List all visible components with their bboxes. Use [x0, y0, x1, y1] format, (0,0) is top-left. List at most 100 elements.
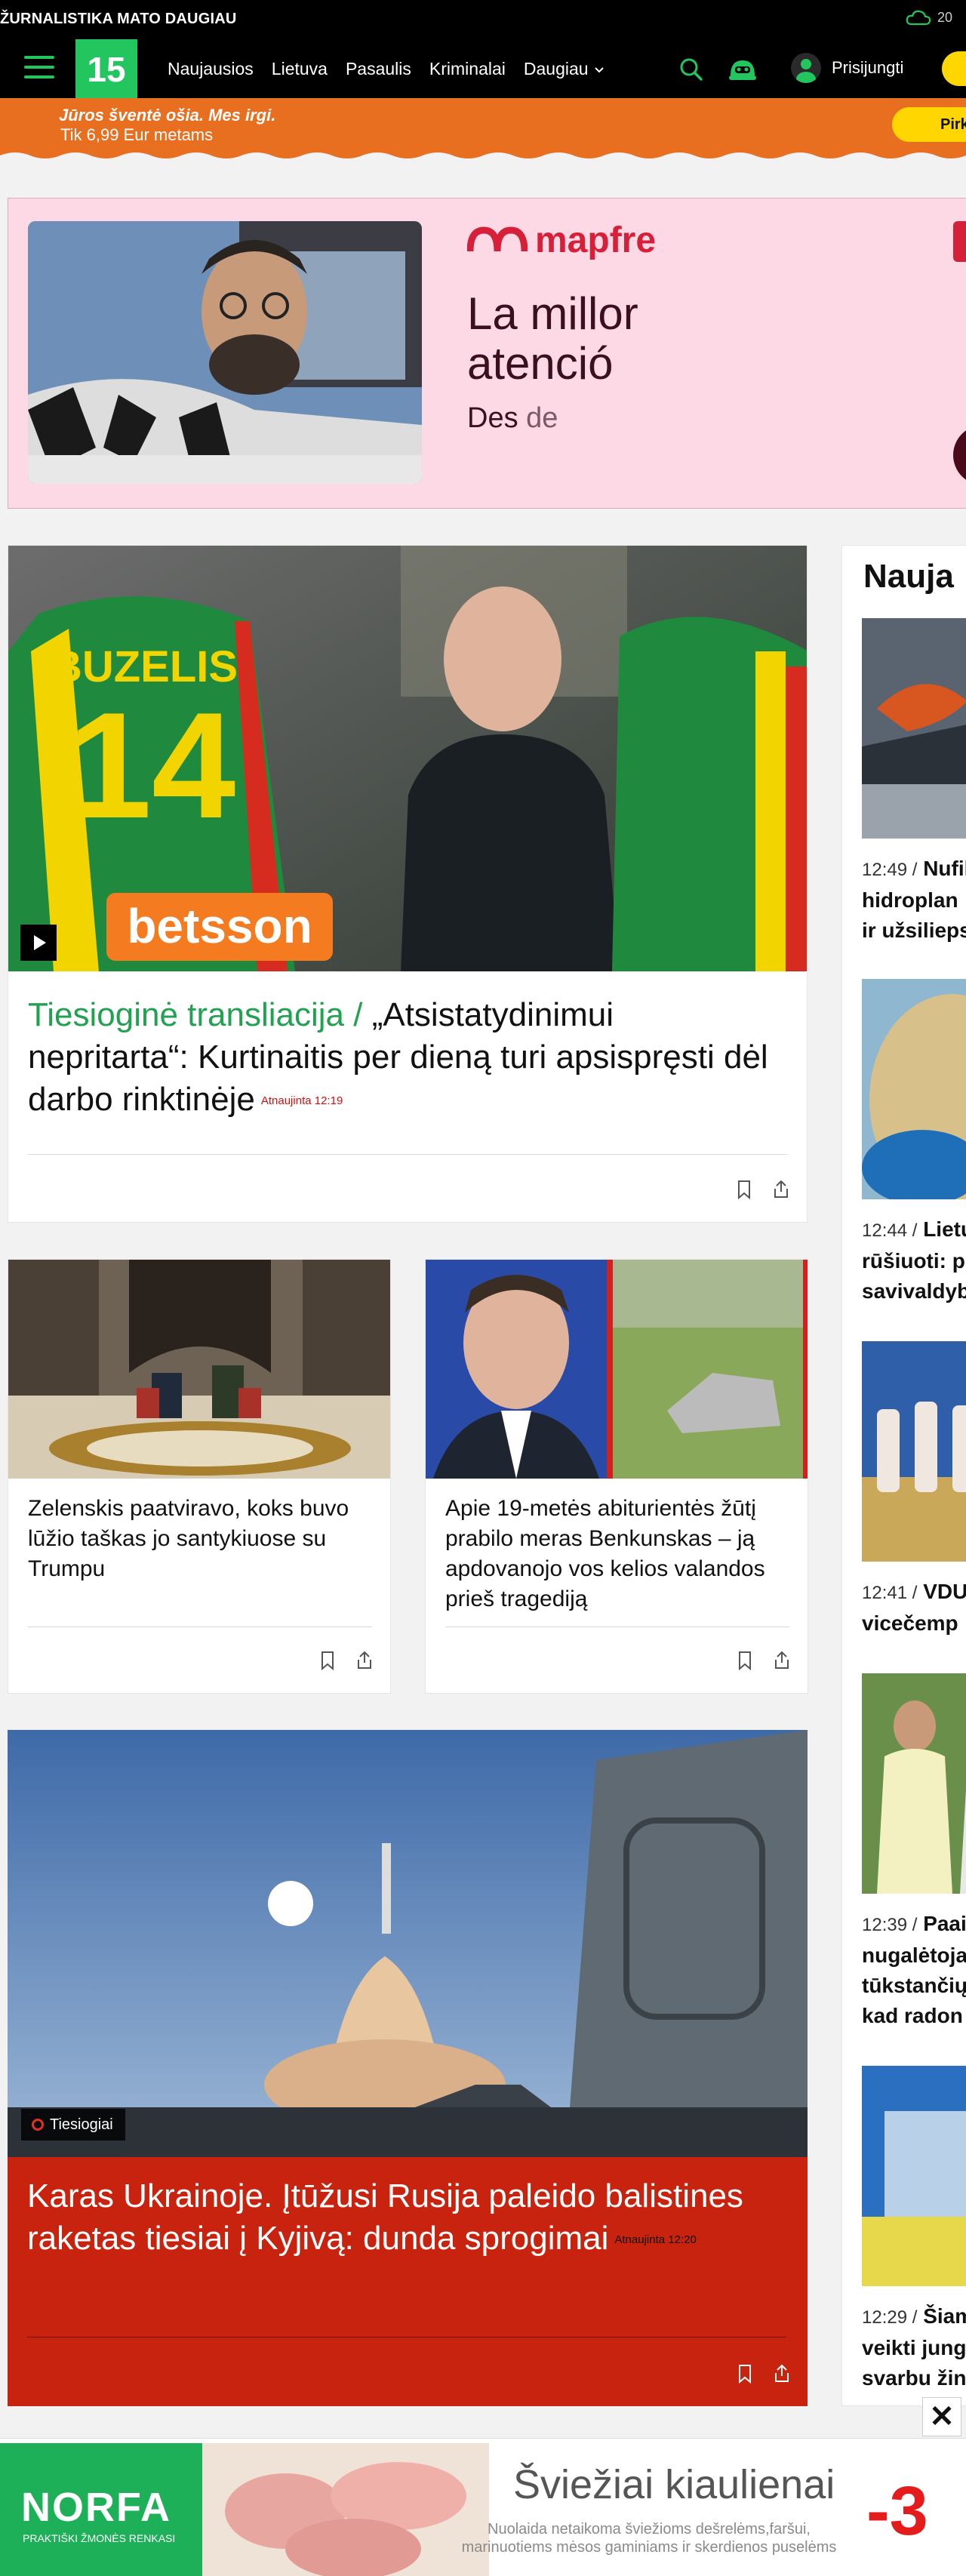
sidebar-line: svarbu žin	[862, 2366, 966, 2390]
article-tools	[736, 1180, 790, 1199]
sidebar-item[interactable]: 12:49 / Nufil hidroplan ir užsilieps	[862, 618, 966, 946]
article-tools	[319, 1651, 374, 1670]
sidebar-line: Šiam	[923, 2304, 966, 2328]
article-title[interactable]: Zelenskis paatviravo, koks buvo lūžio ta…	[28, 1494, 375, 1584]
menu-icon[interactable]	[24, 56, 54, 82]
hero-image: BUZELIS 14 betsson	[8, 546, 807, 971]
article-title[interactable]: Apie 19-metės abiturientės žūtį prabilo …	[445, 1494, 792, 1614]
updated-time: Atnaujinta 12:19	[260, 1094, 343, 1108]
ad-photo	[28, 221, 422, 484]
sidebar-item-image	[862, 2066, 966, 2286]
live-article-image	[8, 1730, 808, 2157]
close-icon[interactable]: ✕	[922, 2397, 961, 2436]
nav-item-lietuva[interactable]: Lietuva	[272, 59, 328, 79]
advertisement-banner[interactable]: mapfre La millor atenció Des de	[8, 198, 966, 509]
article-card[interactable]: Apie 19-metės abiturientės žūtį prabilo …	[425, 1259, 808, 1694]
article-card[interactable]: Zelenskis paatviravo, koks buvo lūžio ta…	[8, 1259, 391, 1694]
weather-widget[interactable]: 20	[906, 9, 952, 26]
sidebar-title: Nauja	[863, 558, 954, 595]
share-icon[interactable]	[773, 1651, 791, 1670]
user-icon	[791, 53, 821, 83]
sidebar-line: Paai	[923, 1912, 966, 1935]
sidebar-item-image	[862, 618, 966, 839]
sidebar-item-time: 12:44 /	[862, 1220, 918, 1241]
nav-item-naujausios[interactable]: Naujausios	[168, 59, 254, 79]
sidebar-item-time: 12:29 /	[862, 2307, 918, 2328]
sidebar-item[interactable]: 12:44 / Lietu rūšiuoti: p savivaldyb	[862, 979, 966, 1306]
cloud-icon	[906, 10, 931, 26]
live-dot-icon	[32, 2119, 44, 2131]
nav-item-daugiau[interactable]: Daugiau	[524, 59, 605, 79]
sidebar-line: kad radon	[862, 2004, 963, 2027]
ad-disclaimer: Nuolaida netaikoma šviežioms dešrelėms,f…	[461, 2521, 837, 2556]
site-tagline: ŽURNALISTIKA MATO DAUGIAU	[0, 11, 237, 27]
bookmark-icon[interactable]	[319, 1651, 336, 1670]
sidebar-line: nugalėtoja	[862, 1944, 966, 1967]
bookmark-icon[interactable]	[736, 1180, 752, 1199]
hero-article[interactable]: BUZELIS 14 betsson Tiesioginė transliaci…	[8, 545, 808, 1223]
ad-headline-line1: La millor	[467, 288, 638, 339]
ad-desc-1: Des	[467, 402, 518, 434]
sidebar-item[interactable]: 12:39 / Paai nugalėtoja tūkstančių kad rado…	[862, 1673, 966, 2031]
live-article-title[interactable]: Karas Ukrainoje. Įtūžusi Rusija paleido …	[27, 2175, 782, 2261]
ad-brand: mapfre	[467, 220, 656, 261]
ad-next-button[interactable]	[953, 425, 966, 485]
nav-item-daugiau-label: Daugiau	[523, 59, 589, 78]
ad-discount: -3	[866, 2473, 928, 2550]
weather-temperature: 20	[937, 9, 953, 25]
play-icon[interactable]	[20, 925, 57, 961]
mapfre-logo-icon	[467, 226, 528, 251]
norfa-slogan: PRAKTIŠKI ŽMONĖS RENKASI	[23, 2532, 176, 2544]
sidebar-item-image	[862, 1673, 966, 1894]
bookmark-icon[interactable]	[737, 2364, 753, 2384]
article-image	[8, 1260, 390, 1479]
robot-icon[interactable]	[726, 54, 759, 85]
nav-menu: Naujausios Lietuva Pasaulis Kriminalai D…	[168, 59, 605, 79]
ad-headline: Šviežiai kiaulienai	[513, 2462, 835, 2507]
nav-item-pasaulis[interactable]: Pasaulis	[346, 59, 411, 79]
share-icon[interactable]	[772, 1180, 790, 1199]
sidebar-line: Lietu	[923, 1217, 966, 1241]
meat-image	[202, 2443, 489, 2576]
promo-cta-button[interactable]: Pirk	[892, 107, 966, 142]
sidebar-item[interactable]: 12:29 / Šiam veikti jung svarbu žin	[862, 2066, 966, 2393]
live-label: Tiesioginė transliacija /	[28, 996, 363, 1033]
divider	[28, 1154, 787, 1155]
sidebar-line: tūkstančių	[862, 1974, 966, 1997]
bottom-advertisement[interactable]: NORFA PRAKTIŠKI ŽMONĖS RENKASI Šviežiai …	[0, 2438, 966, 2576]
ad-description: Des de	[467, 402, 558, 435]
ad-headline-line2: atenció	[467, 338, 614, 389]
sidebar-item-time: 12:41 /	[862, 1583, 918, 1603]
bookmark-icon[interactable]	[737, 1651, 753, 1670]
search-icon[interactable]	[678, 56, 705, 83]
sidebar-line: rūšiuoti: p	[862, 1249, 965, 1273]
promo-headline: Jūros šventė ošia. Mes irgi.	[59, 106, 276, 125]
sidebar-line: veikti jung	[862, 2336, 966, 2359]
share-icon[interactable]	[355, 1651, 374, 1670]
site-logo[interactable]: 15	[75, 39, 137, 98]
sidebar-item[interactable]: 12:41 / VDU vicečemp	[862, 1341, 966, 1639]
svg-text:14: 14	[68, 682, 235, 850]
article-image	[426, 1260, 808, 1479]
sidebar-line: hidroplan	[862, 888, 958, 912]
article-tools	[737, 1651, 791, 1670]
promo-banner[interactable]: Jūros šventė ošia. Mes irgi. Tik 6,99 Eu…	[0, 98, 966, 162]
ad-brand-name: mapfre	[535, 220, 657, 260]
norfa-logo: NORFA	[21, 2485, 171, 2530]
share-icon[interactable]	[773, 2364, 791, 2384]
main-navigation: 15 Naujausios Lietuva Pasaulis Kriminala…	[0, 39, 966, 98]
sidebar-item-time: 12:39 /	[862, 1915, 918, 1935]
hero-headline[interactable]: Tiesioginė transliacija / „Atsistatydini…	[28, 994, 783, 1122]
svg-text:betsson: betsson	[127, 899, 312, 953]
top-strip: ŽURNALISTIKA MATO DAUGIAU 20	[0, 0, 966, 39]
sidebar-line: VDU	[923, 1580, 966, 1603]
login-button[interactable]: Prisijungti	[791, 53, 903, 83]
nav-item-kriminalai[interactable]: Kriminalai	[429, 59, 506, 79]
live-article[interactable]: Tiesiogiai Karas Ukrainoje. Įtūžusi Rusi…	[8, 1730, 808, 2406]
ad-desc-2: de	[526, 402, 558, 434]
login-label: Prisijungti	[832, 58, 904, 77]
subscribe-pill[interactable]	[942, 51, 966, 86]
sidebar-item-image	[862, 979, 966, 1199]
sidebar-line: savivaldyb	[862, 1279, 966, 1303]
live-badge: Tiesiogiai	[21, 2109, 125, 2141]
